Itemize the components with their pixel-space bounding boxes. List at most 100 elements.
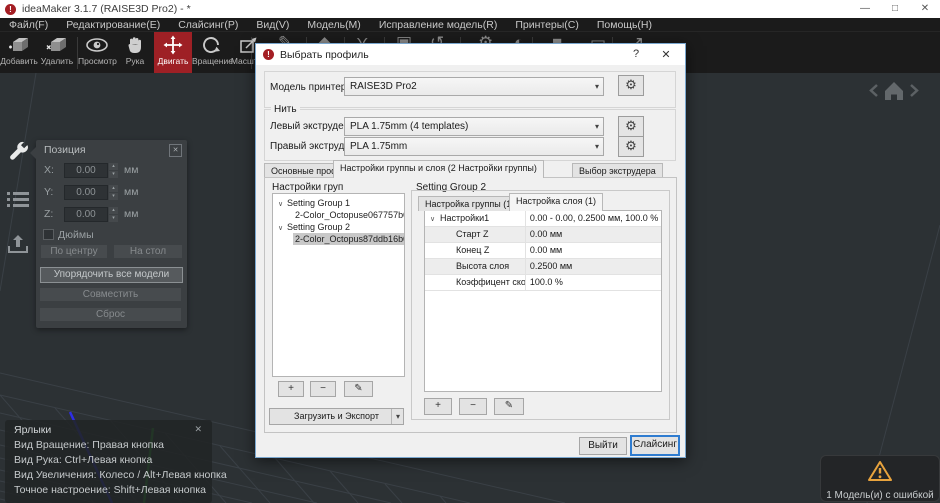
dropdown-arrow-icon: ▾ [595,118,599,135]
layer-edit-button[interactable]: ✎ [494,398,524,415]
tree-item-group2-profile-selected[interactable]: 2-Color_Octopus87ddb16b0... [293,233,404,245]
table-row[interactable]: Коэффицент скорости 100.0 % [425,275,661,291]
right-filament-gear-button[interactable]: ⚙ [618,136,644,157]
hand-icon [123,35,147,55]
printer-model-select[interactable]: RAISE3D Pro2 ▾ [344,77,604,96]
view-left-arrow[interactable] [871,85,877,96]
view-right-arrow[interactable] [911,85,917,96]
rotate-icon [199,35,223,55]
align-button[interactable]: Совместить [40,288,181,301]
layer-settings-table: ∨Настройки1 0.00 - 0.00, 0.2500 мм, 100.… [424,210,662,392]
on-platform-button[interactable]: На стол [114,245,182,258]
y-label: Y: [44,186,53,198]
shortcut-rotate: Вид Вращение: Правая кнопка [14,439,164,451]
app-icon: ! [5,4,16,15]
inches-checkbox[interactable] [43,229,54,240]
delete-cube-icon [45,35,69,55]
warning-icon [866,459,894,483]
group-remove-button[interactable]: − [310,381,336,397]
tree-item-group2[interactable]: ∨Setting Group 2 [273,221,404,233]
rotate-tool-button[interactable]: Вращение [192,32,230,73]
menu-file[interactable]: Файл(F) [0,19,57,31]
z-stepper[interactable]: ▴▾ [109,207,118,222]
position-panel-close-icon[interactable]: ✕ [169,144,182,157]
exit-button[interactable]: Выйти [579,437,627,455]
right-extruder-select[interactable]: PLA 1.75mm ▾ [344,137,604,156]
left-filament-gear-button[interactable]: ⚙ [618,116,644,137]
z-label: Z: [44,208,53,220]
printer-settings-gear-button[interactable]: ⚙ [618,75,644,96]
y-stepper[interactable]: ▴▾ [109,185,118,200]
upload-icon[interactable] [6,232,30,256]
delete-model-button[interactable]: Удалить [38,32,76,73]
dialog-titlebar: ! Выбрать профиль ? ✕ [256,44,685,65]
preview-button[interactable]: Просмотр [78,32,116,73]
y-unit: мм [124,186,138,198]
minimize-button[interactable]: — [850,0,880,18]
z-input[interactable]: 0.00 [64,207,108,222]
menu-view[interactable]: Вид(V) [247,19,298,31]
table-row-header[interactable]: ∨Настройки1 0.00 - 0.00, 0.2500 мм, 100.… [425,211,661,227]
add-model-button[interactable]: Добавить [0,32,38,73]
wrench-icon[interactable] [6,140,32,168]
tree-item-group1-profile[interactable]: 2-Color_Octopuse067757b09... [273,209,404,221]
tree-item-group1[interactable]: ∨Setting Group 1 [273,197,404,209]
layer-add-button[interactable]: + [424,398,452,415]
tab-layer-settings[interactable]: Настройка слоя (1) [509,193,603,211]
tab-extruder-select[interactable]: Выбор экструдера [572,163,663,178]
left-extruder-select[interactable]: PLA 1.75mm (4 templates) ▾ [344,117,604,136]
list-icon[interactable] [6,190,30,210]
y-input[interactable]: 0.00 [64,185,108,200]
table-row[interactable]: Старт Z 0.00 мм [425,227,661,243]
menu-help[interactable]: Помощь(H) [588,19,661,31]
close-button[interactable]: ✕ [910,0,940,18]
table-row[interactable]: Высота слоя 0.2500 мм [425,259,661,275]
setting-groups-label: Настройки груп [272,182,343,193]
dialog-help-button[interactable]: ? [629,48,643,60]
x-stepper[interactable]: ▴▾ [109,163,118,178]
load-export-button[interactable]: Загрузить и Экспорт ▾ [269,408,404,425]
home-icon[interactable] [885,82,903,100]
x-label: X: [44,164,54,176]
group-add-button[interactable]: + [278,381,304,397]
menu-model[interactable]: Модель(M) [298,19,369,31]
menu-repair-model[interactable]: Исправление модель(R) [370,19,507,31]
filament-group-label: Нить [271,104,300,115]
dialog-close-button[interactable]: ✕ [659,48,673,61]
menu-printers[interactable]: Принтеры(C) [506,19,588,31]
window-title: ideaMaker 3.1.7 (RAISE3D Pro2) - * [22,3,191,15]
dialog-app-icon: ! [263,49,274,60]
move-tool-button[interactable]: Двигать [154,32,192,73]
chevron-down-icon[interactable]: ∨ [278,199,287,209]
dialog-title: Выбрать профиль [280,49,369,61]
center-button[interactable]: По центру [41,245,107,258]
layer-remove-button[interactable]: − [459,398,487,415]
tab-group-layer-settings[interactable]: Настройки группы и слоя (2 Настройки гру… [333,160,544,178]
position-panel-title: Позиция [44,144,86,156]
menu-edit[interactable]: Редактирование(E) [57,19,169,31]
arrange-all-button[interactable]: Упорядочить все модели [40,267,183,283]
x-input[interactable]: 0.00 [64,163,108,178]
inches-label: Дюймы [58,229,94,241]
chevron-down-icon[interactable]: ∨ [278,223,287,233]
shortcut-fine: Точное настроение: Shift+Левая кнопка [14,484,206,496]
shortcut-pan: Вид Рука: Ctrl+Левая кнопка [14,454,152,466]
slice-button[interactable]: Слайсинг [630,435,680,456]
group-edit-button[interactable]: ✎ [344,381,373,397]
menu-bar: Файл(F) Редактирование(E) Слайсинг(P) Ви… [0,18,940,32]
model-error-badge[interactable]: 1 Модель(и) с ошибкой [820,455,940,502]
chevron-down-icon[interactable]: ∨ [430,212,440,226]
shortcut-zoom: Вид Увеличения: Колесо / Alt+Левая кнопк… [14,469,227,481]
add-cube-icon [7,35,31,55]
shortcuts-close-icon[interactable]: ✕ [194,424,202,435]
x-unit: мм [124,164,138,176]
maximize-button[interactable]: □ [880,0,910,18]
dropdown-arrow-icon: ▾ [595,78,599,95]
menu-slice[interactable]: Слайсинг(P) [169,19,247,31]
table-row[interactable]: Конец Z 0.00 мм [425,243,661,259]
reset-button[interactable]: Сброс [40,308,181,321]
printer-model-label: Модель принтера: [270,82,355,93]
move-icon [161,35,185,55]
shortcuts-overlay: Ярлыки ✕ Вид Вращение: Правая кнопка Вид… [5,420,212,503]
hand-tool-button[interactable]: Рука [116,32,154,73]
